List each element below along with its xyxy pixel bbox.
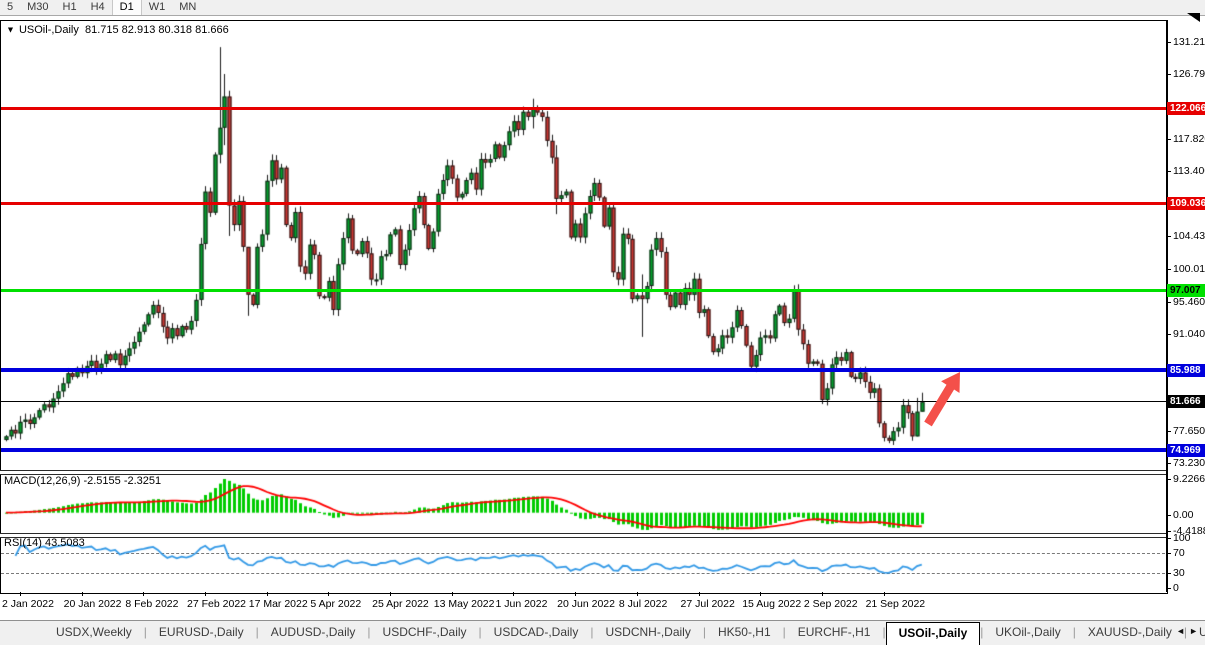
price-tag-97.007: 97.007 [1167,284,1205,297]
date-tick [699,592,700,596]
date-label: 2 Sep 2022 [804,598,858,610]
tab-ukoil-daily[interactable]: UKOil-,Daily [983,621,1072,645]
price-tag-81.666: 81.666 [1167,395,1205,408]
date-label: 25 Apr 2022 [372,598,429,610]
tab-scroll-left-icon: ◄ [1176,626,1189,636]
tab-usdx-weekly[interactable]: USDX,Weekly [44,621,144,645]
date-tick [575,592,576,596]
tab-usoil-daily[interactable]: USOil-,Daily [886,622,981,645]
level-line-81.666[interactable] [1,401,1166,402]
price-tick: 100.010 [1173,264,1205,275]
date-tick [20,592,21,596]
tab-hk50-h1[interactable]: HK50-,H1 [706,621,783,645]
date-label: 27 Feb 2022 [187,598,246,610]
trend-arrow-annotation[interactable] [918,368,966,432]
rsi-axis-tick: 0 [1173,583,1179,594]
price-tag-109.036: 109.036 [1167,197,1205,210]
date-label: 27 Jul 2022 [681,598,735,610]
price-tick: 104.430 [1173,231,1205,242]
date-label: 20 Jan 2022 [64,598,122,610]
date-tick [513,592,514,596]
date-tick [822,592,823,596]
rsi-axis-tick: 70 [1173,548,1185,559]
macd-axis-tick: 9.2266 [1173,474,1205,485]
price-tick: 77.650 [1173,426,1205,437]
level-line-122.066[interactable] [1,107,1166,110]
price-tag-74.969: 74.969 [1167,444,1205,457]
level-line-74.969[interactable] [1,448,1166,452]
date-label: 8 Jul 2022 [619,598,667,610]
arrow-shape [924,372,960,426]
tab-scroll-arrows[interactable]: ◄► [1176,626,1202,636]
date-label: 2 Jan 2022 [2,598,54,610]
date-label: 17 Mar 2022 [249,598,308,610]
chart-dropdown-icon[interactable]: ▼ [6,25,15,35]
rsi-axis-tick: 30 [1173,568,1185,579]
macd-axis-tick: 0.00 [1173,510,1193,521]
date-tick [637,592,638,596]
macd-indicator-label: MACD(12,26,9) -2.5155 -2.3251 [4,475,161,487]
chart-shift-marker[interactable] [1187,13,1200,22]
rsi-axis-tick: 100 [1173,533,1191,544]
date-label: 13 May 2022 [434,598,495,610]
level-line-109.036[interactable] [1,202,1166,205]
tab-eurusd-daily[interactable]: EURUSD-,Daily [147,621,256,645]
tab-xauusd-daily[interactable]: XAUUSD-,Daily [1076,621,1184,645]
price-tick: 117.820 [1173,134,1205,145]
rsi-indicator-label: RSI(14) 43.5083 [4,537,85,549]
price-tick: 131.210 [1173,37,1205,48]
date-tick [390,592,391,596]
chart-ohlc-values: 81.715 82.913 80.318 81.666 [85,24,229,36]
price-tag-122.066: 122.066 [1167,102,1205,115]
date-tick [267,592,268,596]
date-label: 20 Jun 2022 [557,598,615,610]
tab-usdcad-daily[interactable]: USDCAD-,Daily [482,621,591,645]
date-label: 15 Aug 2022 [742,598,801,610]
price-tick: 95.460 [1173,297,1205,308]
date-tick [884,592,885,596]
price-tick: 73.230 [1173,458,1205,469]
price-tag-85.988: 85.988 [1167,364,1205,377]
chart-symbol: USOil-,Daily [19,24,79,36]
tab-scroll-right-icon: ► [1189,626,1202,636]
mt4-window: 5M30H1H4D1W1MN ▼ USOil-,Daily 81.715 82.… [0,0,1205,645]
date-tick [328,592,329,596]
price-tick: 113.400 [1173,166,1205,177]
date-tick [760,592,761,596]
chart-tab-bar: USDX,Weekly|EURUSD-,Daily|AUDUSD-,Daily|… [0,620,1205,645]
date-tick [205,592,206,596]
tab-audusd-daily[interactable]: AUDUSD-,Daily [259,621,368,645]
date-label: 8 Feb 2022 [125,598,178,610]
date-label: 21 Sep 2022 [866,598,926,610]
tab-usdcnh-daily[interactable]: USDCNH-,Daily [593,621,702,645]
date-tick [82,592,83,596]
chart-title[interactable]: ▼ USOil-,Daily 81.715 82.913 80.318 81.6… [5,24,229,36]
date-label: 1 Jun 2022 [495,598,547,610]
price-tick: 91.040 [1173,329,1205,340]
date-label: 5 Apr 2022 [310,598,361,610]
level-line-85.988[interactable] [1,368,1166,372]
date-tick [452,592,453,596]
tab-eurchf-h1[interactable]: EURCHF-,H1 [786,621,883,645]
chart-canvas[interactable] [0,0,1205,600]
date-tick [143,592,144,596]
tab-usdchf-daily[interactable]: USDCHF-,Daily [371,621,479,645]
price-tick: 126.790 [1173,69,1205,80]
level-line-97.007[interactable] [1,289,1166,292]
